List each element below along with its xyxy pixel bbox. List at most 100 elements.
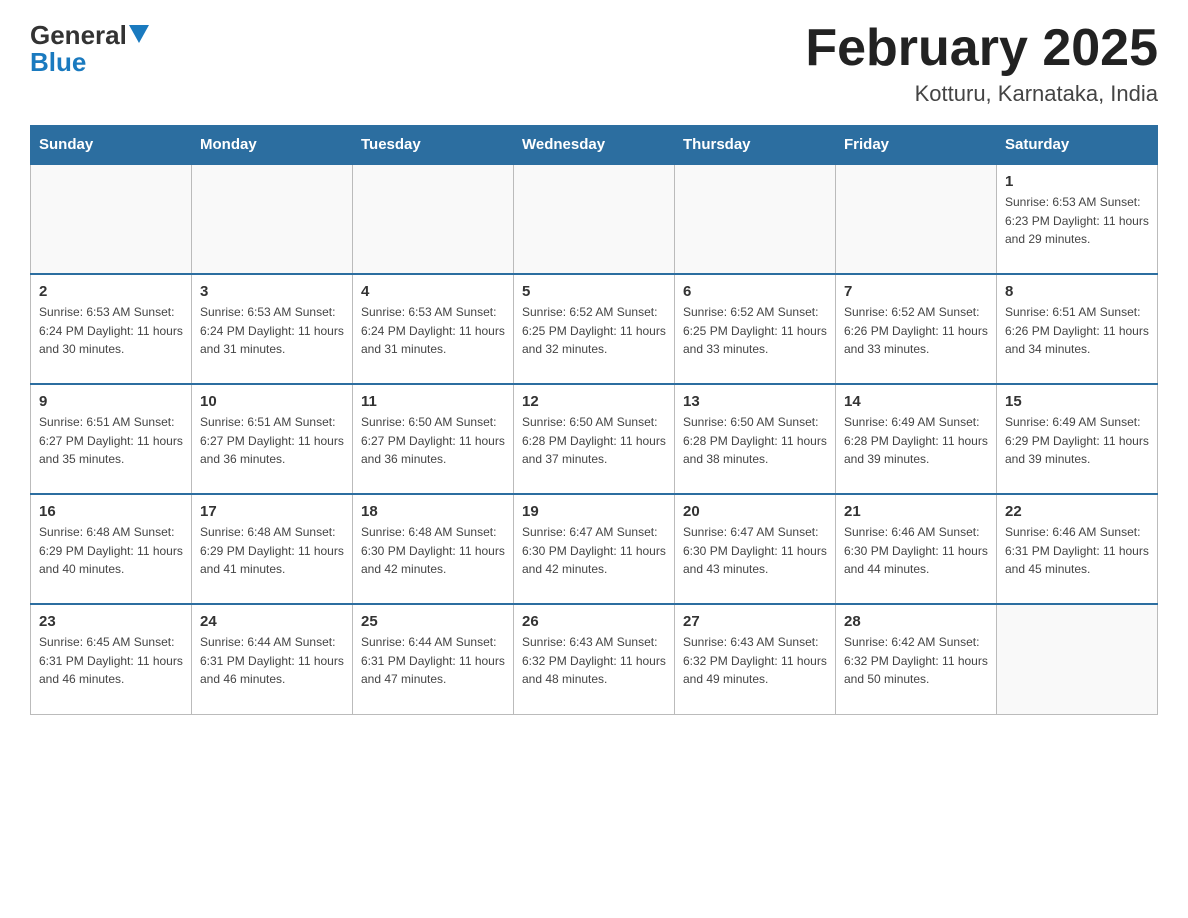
calendar-cell: 4 Sunrise: 6:53 AM Sunset: 6:24 PM Daylig…: [353, 274, 514, 384]
calendar-cell: 7 Sunrise: 6:52 AM Sunset: 6:26 PM Daylig…: [836, 274, 997, 384]
day-number: 8: [1005, 283, 1149, 300]
calendar-cell: 8 Sunrise: 6:51 AM Sunset: 6:26 PM Daylig…: [997, 274, 1158, 384]
day-info: Sunrise: 6:49 AM Sunset: 6:29 PM Dayligh…: [1005, 413, 1149, 469]
day-info: Sunrise: 6:44 AM Sunset: 6:31 PM Dayligh…: [361, 633, 505, 689]
day-number: 5: [522, 283, 666, 300]
calendar-cell: 11 Sunrise: 6:50 AM Sunset: 6:27 PM Dayli…: [353, 384, 514, 494]
day-number: 19: [522, 503, 666, 520]
day-number: 14: [844, 393, 988, 410]
day-number: 21: [844, 503, 988, 520]
day-number: 26: [522, 613, 666, 630]
calendar-cell: 22 Sunrise: 6:46 AM Sunset: 6:31 PM Dayli…: [997, 494, 1158, 604]
page-header: General Blue February 2025 Kotturu, Karn…: [30, 20, 1158, 107]
day-number: 28: [844, 613, 988, 630]
day-number: 7: [844, 283, 988, 300]
calendar-cell: 24 Sunrise: 6:44 AM Sunset: 6:31 PM Dayli…: [192, 604, 353, 714]
header-thursday: Thursday: [675, 126, 836, 165]
day-info: Sunrise: 6:43 AM Sunset: 6:32 PM Dayligh…: [522, 633, 666, 689]
header-wednesday: Wednesday: [514, 126, 675, 165]
calendar-cell: 2 Sunrise: 6:53 AM Sunset: 6:24 PM Daylig…: [31, 274, 192, 384]
day-info: Sunrise: 6:47 AM Sunset: 6:30 PM Dayligh…: [522, 523, 666, 579]
calendar-cell: 9 Sunrise: 6:51 AM Sunset: 6:27 PM Daylig…: [31, 384, 192, 494]
calendar-cell: [675, 164, 836, 274]
calendar-cell: 23 Sunrise: 6:45 AM Sunset: 6:31 PM Dayli…: [31, 604, 192, 714]
title-area: February 2025 Kotturu, Karnataka, India: [805, 20, 1158, 107]
day-number: 16: [39, 503, 183, 520]
calendar-cell: [353, 164, 514, 274]
day-number: 18: [361, 503, 505, 520]
day-info: Sunrise: 6:47 AM Sunset: 6:30 PM Dayligh…: [683, 523, 827, 579]
day-info: Sunrise: 6:50 AM Sunset: 6:27 PM Dayligh…: [361, 413, 505, 469]
day-number: 9: [39, 393, 183, 410]
day-number: 22: [1005, 503, 1149, 520]
day-info: Sunrise: 6:50 AM Sunset: 6:28 PM Dayligh…: [522, 413, 666, 469]
day-number: 11: [361, 393, 505, 410]
day-info: Sunrise: 6:51 AM Sunset: 6:27 PM Dayligh…: [39, 413, 183, 469]
calendar-cell: 27 Sunrise: 6:43 AM Sunset: 6:32 PM Dayli…: [675, 604, 836, 714]
location-title: Kotturu, Karnataka, India: [805, 81, 1158, 107]
calendar-cell: 20 Sunrise: 6:47 AM Sunset: 6:30 PM Dayli…: [675, 494, 836, 604]
calendar-cell: 1 Sunrise: 6:53 AM Sunset: 6:23 PM Daylig…: [997, 164, 1158, 274]
day-info: Sunrise: 6:51 AM Sunset: 6:27 PM Dayligh…: [200, 413, 344, 469]
day-number: 4: [361, 283, 505, 300]
day-info: Sunrise: 6:46 AM Sunset: 6:31 PM Dayligh…: [1005, 523, 1149, 579]
day-info: Sunrise: 6:53 AM Sunset: 6:24 PM Dayligh…: [39, 303, 183, 359]
day-number: 27: [683, 613, 827, 630]
day-number: 20: [683, 503, 827, 520]
calendar-cell: 18 Sunrise: 6:48 AM Sunset: 6:30 PM Dayli…: [353, 494, 514, 604]
calendar-cell: 28 Sunrise: 6:42 AM Sunset: 6:32 PM Dayli…: [836, 604, 997, 714]
logo-blue-text: Blue: [30, 47, 86, 78]
day-info: Sunrise: 6:43 AM Sunset: 6:32 PM Dayligh…: [683, 633, 827, 689]
day-info: Sunrise: 6:51 AM Sunset: 6:26 PM Dayligh…: [1005, 303, 1149, 359]
week-row-3: 9 Sunrise: 6:51 AM Sunset: 6:27 PM Daylig…: [31, 384, 1158, 494]
header-monday: Monday: [192, 126, 353, 165]
day-info: Sunrise: 6:42 AM Sunset: 6:32 PM Dayligh…: [844, 633, 988, 689]
day-info: Sunrise: 6:53 AM Sunset: 6:24 PM Dayligh…: [200, 303, 344, 359]
day-number: 24: [200, 613, 344, 630]
calendar-cell: 16 Sunrise: 6:48 AM Sunset: 6:29 PM Dayli…: [31, 494, 192, 604]
week-row-4: 16 Sunrise: 6:48 AM Sunset: 6:29 PM Dayli…: [31, 494, 1158, 604]
day-info: Sunrise: 6:48 AM Sunset: 6:29 PM Dayligh…: [200, 523, 344, 579]
day-number: 6: [683, 283, 827, 300]
calendar-cell: 17 Sunrise: 6:48 AM Sunset: 6:29 PM Dayli…: [192, 494, 353, 604]
day-info: Sunrise: 6:46 AM Sunset: 6:30 PM Dayligh…: [844, 523, 988, 579]
day-number: 25: [361, 613, 505, 630]
header-friday: Friday: [836, 126, 997, 165]
header-sunday: Sunday: [31, 126, 192, 165]
day-info: Sunrise: 6:53 AM Sunset: 6:24 PM Dayligh…: [361, 303, 505, 359]
week-row-5: 23 Sunrise: 6:45 AM Sunset: 6:31 PM Dayli…: [31, 604, 1158, 714]
calendar-cell: 26 Sunrise: 6:43 AM Sunset: 6:32 PM Dayli…: [514, 604, 675, 714]
day-info: Sunrise: 6:44 AM Sunset: 6:31 PM Dayligh…: [200, 633, 344, 689]
calendar-cell: 14 Sunrise: 6:49 AM Sunset: 6:28 PM Dayli…: [836, 384, 997, 494]
day-info: Sunrise: 6:52 AM Sunset: 6:26 PM Dayligh…: [844, 303, 988, 359]
day-number: 12: [522, 393, 666, 410]
day-number: 2: [39, 283, 183, 300]
calendar-body: 1 Sunrise: 6:53 AM Sunset: 6:23 PM Daylig…: [31, 164, 1158, 714]
day-info: Sunrise: 6:52 AM Sunset: 6:25 PM Dayligh…: [683, 303, 827, 359]
week-row-2: 2 Sunrise: 6:53 AM Sunset: 6:24 PM Daylig…: [31, 274, 1158, 384]
calendar-cell: 13Sunrise: 6:50 AM Sunset: 6:28 PM Dayli…: [675, 384, 836, 494]
day-info: Sunrise: 6:53 AM Sunset: 6:23 PM Dayligh…: [1005, 193, 1149, 249]
day-info: Sunrise: 6:50 AM Sunset: 6:28 PM Dayligh…: [683, 413, 827, 469]
calendar-cell: [31, 164, 192, 274]
calendar-cell: [836, 164, 997, 274]
day-info: Sunrise: 6:48 AM Sunset: 6:30 PM Dayligh…: [361, 523, 505, 579]
calendar-cell: 21 Sunrise: 6:46 AM Sunset: 6:30 PM Dayli…: [836, 494, 997, 604]
day-info: Sunrise: 6:48 AM Sunset: 6:29 PM Dayligh…: [39, 523, 183, 579]
day-info: Sunrise: 6:45 AM Sunset: 6:31 PM Dayligh…: [39, 633, 183, 689]
day-number: 10: [200, 393, 344, 410]
header-tuesday: Tuesday: [353, 126, 514, 165]
header-saturday: Saturday: [997, 126, 1158, 165]
calendar-cell: 19 Sunrise: 6:47 AM Sunset: 6:30 PM Dayli…: [514, 494, 675, 604]
week-row-1: 1 Sunrise: 6:53 AM Sunset: 6:23 PM Daylig…: [31, 164, 1158, 274]
calendar-cell: 5Sunrise: 6:52 AM Sunset: 6:25 PM Daylig…: [514, 274, 675, 384]
day-number: 1: [1005, 173, 1149, 190]
calendar-cell: 25 Sunrise: 6:44 AM Sunset: 6:31 PM Dayli…: [353, 604, 514, 714]
month-title: February 2025: [805, 20, 1158, 77]
day-number: 17: [200, 503, 344, 520]
day-info: Sunrise: 6:49 AM Sunset: 6:28 PM Dayligh…: [844, 413, 988, 469]
logo: General Blue: [30, 20, 149, 78]
calendar-cell: [192, 164, 353, 274]
day-number: 23: [39, 613, 183, 630]
calendar-cell: 10 Sunrise: 6:51 AM Sunset: 6:27 PM Dayli…: [192, 384, 353, 494]
